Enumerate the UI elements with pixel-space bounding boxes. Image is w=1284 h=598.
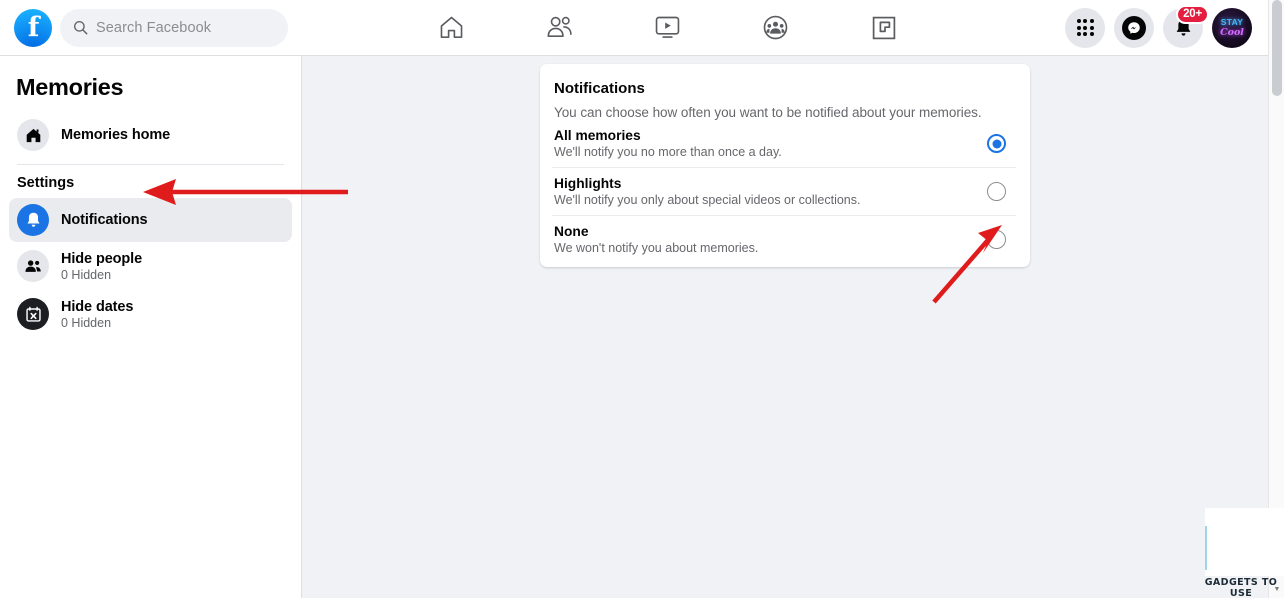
sidebar-item-hide-dates-label: Hide dates bbox=[61, 298, 134, 315]
avatar-line-2: Cool bbox=[1220, 26, 1244, 38]
sidebar-item-hide-people-label: Hide people bbox=[61, 250, 143, 267]
video-play-icon bbox=[655, 16, 680, 38]
nav-gaming-button[interactable] bbox=[860, 6, 908, 50]
card-title: Notifications bbox=[554, 80, 645, 97]
facebook-memories-settings-page: Search Facebook bbox=[0, 0, 1284, 598]
card-description: You can choose how often you want to be … bbox=[554, 105, 982, 120]
nav-home-button[interactable] bbox=[428, 6, 476, 50]
option-highlights-subtitle: We'll notify you only about special vide… bbox=[554, 193, 861, 207]
people-icon bbox=[17, 250, 49, 282]
bell-icon bbox=[17, 204, 49, 236]
option-all-memories-title: All memories bbox=[554, 128, 641, 143]
home-filled-icon bbox=[17, 119, 49, 151]
avatar-line-1: STAY bbox=[1220, 17, 1244, 27]
sidebar-item-hide-people-sub: 0 Hidden bbox=[61, 267, 112, 282]
page-title: Memories bbox=[16, 74, 124, 100]
option-none[interactable]: None We won't notify you about memories. bbox=[552, 216, 1016, 263]
watermark-box bbox=[1205, 508, 1284, 576]
gaming-icon bbox=[872, 16, 895, 39]
notifications-button[interactable]: 20+ bbox=[1163, 4, 1209, 48]
main-content-area: Notifications You can choose how often y… bbox=[303, 56, 1268, 598]
option-highlights[interactable]: Highlights We'll notify you only about s… bbox=[552, 168, 1016, 216]
topbar-left-section: Search Facebook bbox=[0, 8, 300, 47]
nav-groups-button[interactable] bbox=[752, 6, 800, 50]
sidebar-item-hide-dates[interactable]: Hide dates 0 Hidden bbox=[9, 290, 292, 338]
messenger-button[interactable] bbox=[1114, 7, 1154, 48]
menu-grid-button[interactable] bbox=[1065, 7, 1105, 48]
option-all-memories-text: All memories We'll notify you no more th… bbox=[554, 128, 782, 159]
sidebar-item-memories-home[interactable]: Memories home bbox=[9, 113, 292, 157]
sidebar-divider bbox=[17, 164, 284, 165]
sidebar-item-hide-people-text: Hide people 0 Hidden bbox=[61, 251, 142, 282]
sidebar-item-notifications[interactable]: Notifications bbox=[9, 198, 292, 242]
search-icon bbox=[73, 20, 88, 35]
topbar-nav-section bbox=[300, 0, 1065, 55]
option-highlights-title: Highlights bbox=[554, 176, 622, 191]
messenger-icon bbox=[1122, 15, 1146, 40]
sidebar-settings-header: Settings bbox=[17, 175, 75, 191]
sidebar-item-notifications-label: Notifications bbox=[61, 212, 148, 228]
home-icon bbox=[440, 16, 463, 38]
option-all-memories-subtitle: We'll notify you no more than once a day… bbox=[554, 145, 782, 159]
memories-sidebar: Memories Memories home Settings Notifica… bbox=[0, 56, 302, 598]
groups-icon bbox=[763, 15, 788, 40]
scrollbar-thumb[interactable] bbox=[1272, 0, 1282, 96]
sidebar-item-memories-home-label: Memories home bbox=[61, 127, 171, 143]
watermark-accent-line bbox=[1205, 526, 1207, 570]
radio-option-highlights[interactable] bbox=[987, 182, 1006, 201]
top-navigation-bar: Search Facebook bbox=[0, 0, 1268, 56]
nav-watch-button[interactable] bbox=[644, 6, 692, 50]
search-placeholder-text: Search Facebook bbox=[96, 19, 212, 36]
sidebar-item-hide-dates-text: Hide dates 0 Hidden bbox=[61, 299, 133, 330]
search-input[interactable]: Search Facebook bbox=[60, 8, 288, 47]
option-none-subtitle: We won't notify you about memories. bbox=[554, 241, 759, 255]
option-none-text: None We won't notify you about memories. bbox=[554, 224, 758, 255]
notification-badge: 20+ bbox=[1176, 4, 1209, 24]
profile-avatar[interactable]: STAY Cool bbox=[1212, 7, 1252, 48]
option-highlights-text: Highlights We'll notify you only about s… bbox=[554, 176, 860, 207]
grid-menu-icon bbox=[1076, 19, 1094, 36]
sidebar-item-hide-people[interactable]: Hide people 0 Hidden bbox=[9, 242, 292, 290]
radio-option-all-memories[interactable] bbox=[987, 134, 1006, 153]
calendar-x-icon bbox=[17, 298, 49, 330]
nav-friends-button[interactable] bbox=[536, 6, 584, 50]
sidebar-item-hide-dates-sub: 0 Hidden bbox=[61, 315, 112, 330]
option-all-memories[interactable]: All memories We'll notify you no more th… bbox=[552, 120, 1016, 168]
watermark-text: GADGETS TO USE bbox=[1204, 577, 1278, 598]
notifications-settings-card: Notifications You can choose how often y… bbox=[540, 64, 1030, 267]
topbar-right-section: 20+ STAY Cool bbox=[1065, 4, 1268, 48]
radio-option-none[interactable] bbox=[987, 230, 1006, 249]
facebook-logo[interactable] bbox=[14, 8, 52, 47]
friends-icon bbox=[547, 16, 572, 37]
option-none-title: None bbox=[554, 224, 589, 239]
